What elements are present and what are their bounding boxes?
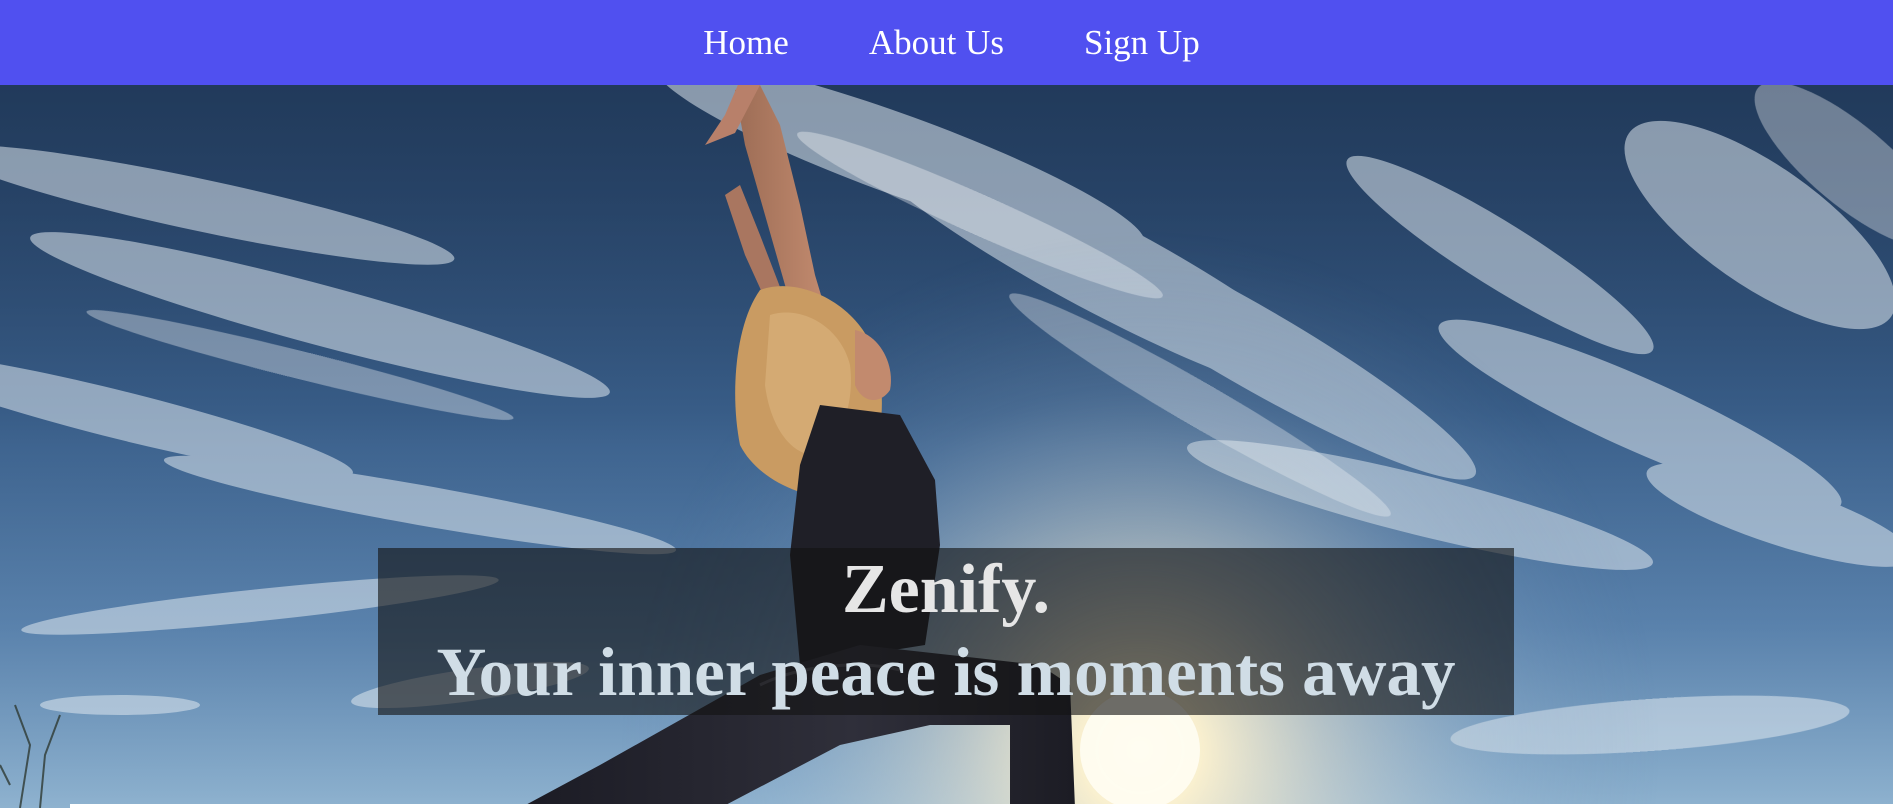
nav-item-about-us: About Us: [824, 0, 1039, 85]
top-navbar: Home About Us Sign Up: [0, 0, 1893, 85]
landing-page: Home About Us Sign Up Zenify. Your inner…: [0, 0, 1893, 808]
nav-link-about-us[interactable]: About Us: [829, 0, 1044, 85]
nav-link-sign-up[interactable]: Sign Up: [1044, 0, 1240, 85]
nav-list: Home About Us Sign Up: [658, 0, 1234, 85]
hero-banner: Zenify. Your inner peace is moments away: [378, 548, 1514, 715]
brand-title: Zenify.: [841, 550, 1051, 628]
nav-link-home[interactable]: Home: [663, 0, 829, 85]
page-bottom-edge: [70, 804, 1893, 808]
nav-item-home: Home: [658, 0, 824, 85]
hero-tagline: Your inner peace is moments away: [436, 633, 1456, 710]
hero-section: Zenify. Your inner peace is moments away: [0, 85, 1893, 808]
nav-item-sign-up: Sign Up: [1039, 0, 1235, 85]
